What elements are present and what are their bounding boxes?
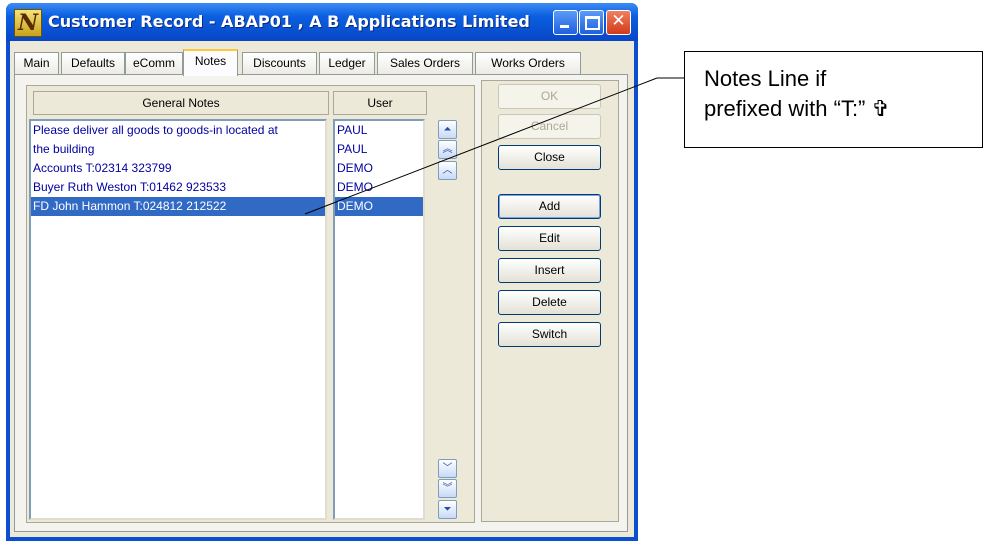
tab-notes[interactable]: Notes [183,49,238,76]
notes-line-callout: Notes Line if prefixed with “T:” ✞ [684,51,983,148]
callout-text: Notes Line if prefixed with “T:” ✞ [704,66,890,121]
